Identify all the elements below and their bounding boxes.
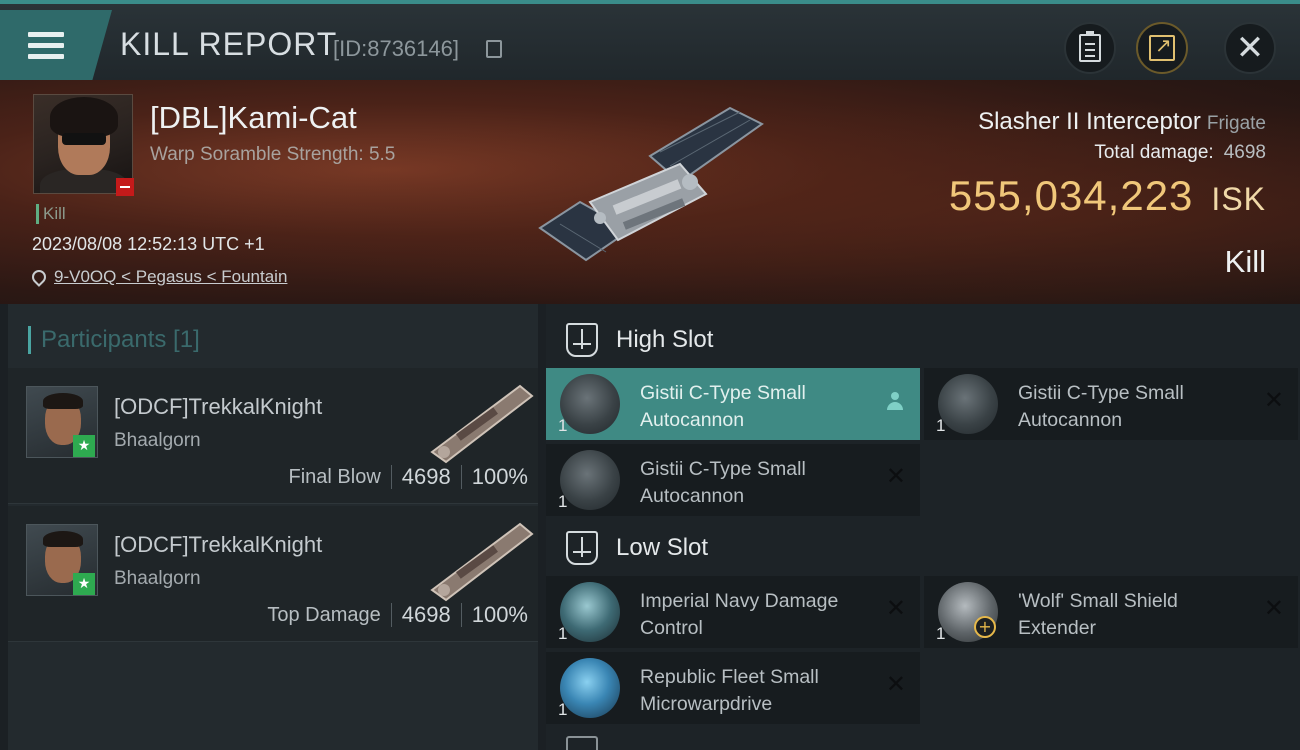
- participant-percent: 100%: [471, 602, 528, 627]
- menu-button[interactable]: [0, 10, 112, 82]
- participant-damage: 4698: [401, 602, 451, 627]
- participant-role: Final Blow: [288, 465, 381, 488]
- menu-icon: [28, 32, 64, 60]
- participants-title: Participants [1]: [28, 326, 200, 354]
- participant-name[interactable]: [ODCF]TrekkalKnight: [114, 394, 322, 420]
- participant-card[interactable]: ★ [ODCF]TrekkalKnight Bhaalgorn Top Dama…: [8, 506, 538, 642]
- high-slot-icon: [566, 323, 598, 357]
- module-name: Imperial Navy Damage Control: [640, 590, 839, 639]
- kill-tag: Kill: [36, 204, 66, 224]
- close-icon: ✕: [1235, 28, 1265, 68]
- module-name: 'Wolf' Small Shield Extender: [1018, 590, 1178, 639]
- module-name: Gistii C-Type Small Autocannon: [640, 382, 806, 431]
- module-item[interactable]: 1 Republic Fleet Small Microwarpdrive ✕: [546, 652, 920, 724]
- total-damage-value: 4698: [1223, 142, 1266, 163]
- participant-ship: Bhaalgorn: [114, 430, 201, 451]
- participant-stats: Top Damage 4698 100%: [267, 602, 528, 628]
- module-name: Republic Fleet Small Microwarpdrive: [640, 666, 819, 715]
- high-slot-title: High Slot: [616, 326, 714, 353]
- participant-name[interactable]: [ODCF]TrekkalKnight: [114, 532, 322, 558]
- ship-image: [538, 106, 764, 262]
- victim-stat: Warp Soramble Strength: 5.5: [150, 144, 396, 165]
- location-link[interactable]: 9-V0OQ < Pegasus < Fountain: [29, 267, 287, 287]
- module-name: Gistii C-Type Small Autocannon: [640, 458, 806, 507]
- remove-icon: ✕: [885, 462, 906, 490]
- mid-slot-icon: [566, 736, 598, 750]
- module-qty: 1: [558, 624, 568, 643]
- module-item[interactable]: + 1 'Wolf' Small Shield Extender ✕: [924, 576, 1298, 648]
- autocannon-icon: [560, 374, 620, 434]
- participant-card[interactable]: ★ [ODCF]TrekkalKnight Bhaalgorn Final Bl…: [8, 368, 538, 504]
- participants-panel: Participants [1] ★ [ODCF]TrekkalKnight B…: [8, 304, 538, 750]
- close-button[interactable]: ✕: [1224, 22, 1276, 74]
- remove-icon: ✕: [1263, 594, 1284, 622]
- plus-icon: +: [974, 616, 996, 638]
- weapon-image: [430, 384, 534, 464]
- module-qty: 1: [558, 416, 568, 435]
- kill-datetime: 2023/08/08 12:52:13 UTC +1: [32, 234, 265, 254]
- ship-name[interactable]: Slasher II Interceptor Frigate: [978, 108, 1266, 136]
- isk-value: 555,034,223 ISK: [949, 172, 1266, 220]
- autocannon-icon: [560, 450, 620, 510]
- victim-name[interactable]: [DBL]Kami-Cat: [150, 100, 357, 136]
- remove-icon: ✕: [885, 670, 906, 698]
- isk-amount: 555,034,223: [948, 172, 1194, 219]
- location-text[interactable]: 9-V0OQ < Pegasus < Fountain: [54, 267, 287, 287]
- module-item[interactable]: 1 Gistii C-Type Small Autocannon ✕: [546, 444, 920, 516]
- location-pin-icon: [29, 267, 49, 287]
- module-qty: 1: [936, 416, 946, 435]
- low-slot-title: Low Slot: [616, 534, 709, 561]
- low-slot-header: Low Slot: [546, 516, 1300, 580]
- person-icon: [886, 392, 904, 412]
- star-icon: ★: [73, 435, 95, 457]
- copy-icon[interactable]: [486, 40, 502, 58]
- total-damage-label: Total damage:: [1094, 142, 1214, 163]
- star-icon: ★: [73, 573, 95, 595]
- participant-stats: Final Blow 4698 100%: [288, 464, 528, 490]
- header-bar: KILL REPORT [ID:8736146] ✕: [0, 0, 1300, 82]
- share-icon: [1149, 33, 1175, 61]
- participant-ship: Bhaalgorn: [114, 568, 201, 589]
- weapon-image: [430, 522, 534, 602]
- low-slot-icon: [566, 531, 598, 565]
- damage-control-icon: [560, 582, 620, 642]
- remove-icon: ✕: [1263, 386, 1284, 414]
- clipboard-button[interactable]: [1064, 22, 1116, 74]
- ship-name-text: Slasher II Interceptor: [978, 108, 1201, 135]
- module-name: Gistii C-Type Small Autocannon: [1018, 382, 1184, 431]
- module-qty: 1: [936, 624, 946, 643]
- clipboard-icon: [1079, 31, 1101, 62]
- module-item[interactable]: 1 Gistii C-Type Small Autocannon ✕: [924, 368, 1298, 440]
- isk-unit: ISK: [1211, 181, 1266, 217]
- total-damage: Total damage: 4698: [1094, 142, 1266, 164]
- share-button[interactable]: [1136, 22, 1188, 74]
- hostile-badge-icon: [116, 178, 134, 196]
- module-qty: 1: [558, 700, 568, 719]
- autocannon-icon: [938, 374, 998, 434]
- participant-damage: 4698: [401, 464, 451, 489]
- result-label: Kill: [1224, 244, 1266, 279]
- report-id: [ID:8736146]: [333, 36, 459, 61]
- fitting-panel: High Slot 1 Gistii C-Type Small Autocann…: [546, 304, 1300, 750]
- participant-percent: 100%: [471, 464, 528, 489]
- remove-icon: ✕: [885, 594, 906, 622]
- victim-banner: [DBL]Kami-Cat Warp Soramble Strength: 5.…: [0, 80, 1300, 304]
- page-title: KILL REPORT: [120, 26, 338, 62]
- module-item[interactable]: 1 Gistii C-Type Small Autocannon: [546, 368, 920, 440]
- module-qty: 1: [558, 492, 568, 511]
- microwarpdrive-icon: [560, 658, 620, 718]
- participant-role: Top Damage: [267, 603, 381, 626]
- module-item[interactable]: 1 Imperial Navy Damage Control ✕: [546, 576, 920, 648]
- ship-class: Frigate: [1206, 113, 1266, 134]
- high-slot-header: High Slot: [546, 308, 1300, 372]
